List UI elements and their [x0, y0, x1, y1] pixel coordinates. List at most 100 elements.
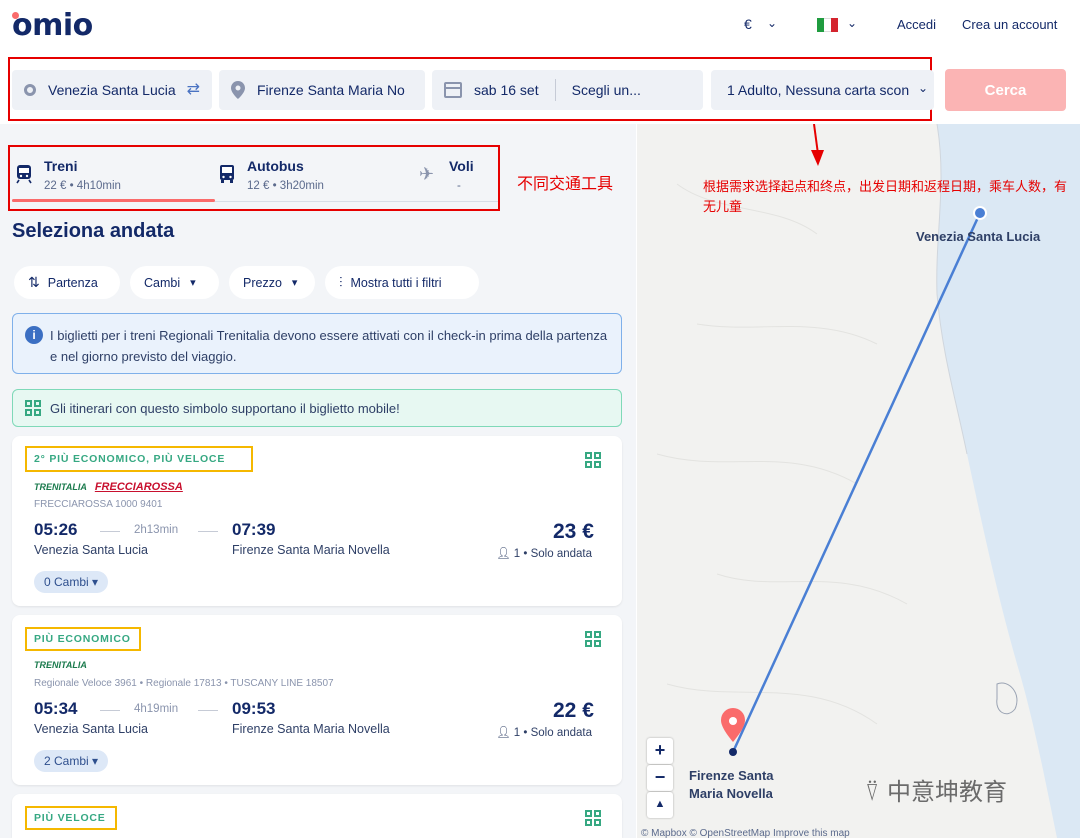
map-attribution[interactable]: © Mapbox © OpenStreetMap Improve this ma… — [641, 828, 850, 838]
omio-logo[interactable]: omio — [12, 8, 93, 43]
tab-autobus[interactable]: Autobus 12 € • 3h20min — [217, 150, 407, 204]
watermark: ⍢ 中意坤教育 — [865, 778, 1008, 806]
result-card[interactable]: PIÙ VELOCE — [12, 794, 622, 838]
duration-line — [198, 531, 218, 532]
tab-label: Voli — [449, 158, 474, 174]
swap-icon[interactable]: ⇄ — [187, 79, 200, 99]
trip-duration: 2h13min — [134, 524, 179, 536]
departure-station: Venezia Santa Lucia — [34, 722, 148, 736]
chevron-down-icon[interactable]: ⌄ — [767, 16, 777, 30]
departure-time: 05:34 — [34, 699, 78, 718]
calendar-icon — [444, 82, 462, 98]
origin-circle-icon — [24, 84, 36, 96]
arrival-time: 09:53 — [232, 699, 276, 718]
filter-label: Cambi — [144, 275, 181, 290]
train-icon — [16, 165, 32, 184]
sliders-icon: ⫶ — [339, 274, 343, 290]
search-button[interactable]: Cerca — [945, 69, 1066, 111]
result-card[interactable]: PIÙ ECONOMICO TRENITALIA Regionale Veloc… — [12, 615, 622, 785]
info-icon: i — [25, 326, 43, 344]
login-link[interactable]: Accedi — [897, 17, 936, 32]
train-code: FRECCIAROSSA 1000 9401 — [34, 499, 163, 510]
passengers-field[interactable]: 1 Adulto, Nessuna carta scon ⌄ — [711, 70, 934, 110]
wechat-icon: ⍢ — [865, 778, 888, 806]
zoom-out-button[interactable]: − — [647, 765, 673, 791]
map-label-destination: Firenze Santa — [689, 768, 774, 783]
arrival-station: Firenze Santa Maria Novella — [232, 722, 390, 736]
annotation-tabs: 不同交通工具 — [517, 174, 614, 193]
passengers-value: 1 Adulto, Nessuna carta scon — [727, 82, 910, 98]
chevron-down-icon: ▾ — [190, 277, 196, 289]
origin-field[interactable]: Venezia Santa Lucia ⇄ — [12, 70, 212, 110]
date-field[interactable]: sab 16 set Scegli un... — [432, 70, 703, 110]
filter-label: Partenza — [47, 275, 98, 290]
arrival-time: 07:39 — [232, 520, 276, 539]
qr-code-icon — [585, 631, 601, 647]
person-icon: 👤︎ — [496, 727, 514, 739]
tab-treni[interactable]: Treni 22 € • 4h10min — [14, 150, 214, 204]
sort-icon: ⇅ — [28, 274, 40, 290]
tab-label: Autobus — [247, 158, 304, 174]
qr-code-icon — [585, 452, 601, 468]
passenger-info: 👤︎ 1 • Solo andata — [496, 727, 592, 739]
result-badge: 2° PIÙ ECONOMICO, PIÙ VELOCE — [34, 453, 226, 465]
top-header: omio € ⌄ ⌄ Accedi Crea un account — [0, 0, 1080, 52]
filter-label: Prezzo — [243, 275, 282, 290]
signup-link[interactable]: Crea un account — [962, 17, 1057, 32]
result-badge: PIÙ ECONOMICO — [34, 633, 131, 645]
qr-code-icon — [585, 810, 601, 826]
destination-field[interactable]: Firenze Santa Maria No — [219, 70, 425, 110]
operator-logo: TRENITALIA FRECCIAROSSA — [34, 481, 183, 493]
qr-code-icon — [25, 400, 41, 416]
depart-date-value[interactable]: sab 16 set — [474, 82, 539, 98]
italy-flag-icon[interactable] — [817, 18, 838, 32]
map-label-destination: Maria Novella — [689, 786, 773, 801]
tab-sub: - — [457, 180, 461, 192]
annotation-search: 根据需求选择起点和终点，出发日期和返程日期，乘车人数，有无儿童 — [703, 180, 1068, 215]
bus-icon — [220, 165, 234, 183]
date-divider — [554, 79, 556, 101]
tab-sub: 12 € • 3h20min — [247, 180, 324, 192]
filter-prezzo[interactable]: Prezzo ▾ — [229, 266, 315, 299]
duration-line — [100, 531, 120, 532]
chevron-down-icon: ⌄ — [917, 81, 928, 95]
currency-selector[interactable]: € — [744, 16, 752, 32]
active-tab-underline — [12, 199, 215, 202]
arrival-station: Firenze Santa Maria Novella — [232, 543, 390, 557]
mobile-ticket-notice: Gli itinerari con questo simbolo support… — [12, 389, 622, 427]
price: 23 € — [553, 520, 594, 543]
departure-station: Venezia Santa Lucia — [34, 543, 148, 557]
trip-duration: 4h19min — [134, 703, 179, 715]
changes-button[interactable]: 2 Cambi ▾ — [34, 750, 109, 772]
chevron-down-icon: ▾ — [92, 754, 99, 768]
origin-value: Venezia Santa Lucia — [48, 82, 176, 98]
passenger-info: 👤︎ 1 • Solo andata — [496, 548, 592, 560]
chevron-down-icon: ▾ — [291, 277, 298, 289]
train-code: Regionale Veloce 3961 • Regionale 17813 … — [34, 678, 334, 689]
filter-partenza[interactable]: ⇅ Partenza — [14, 266, 120, 299]
info-text: I biglietti per i treni Regionali Trenit… — [50, 328, 608, 364]
result-card[interactable]: 2° PIÙ ECONOMICO, PIÙ VELOCE TRENITALIA F… — [12, 436, 622, 606]
plane-icon: ✈ — [419, 164, 435, 184]
price: 22 € — [553, 699, 594, 722]
return-date-value[interactable]: Scegli un... — [572, 82, 641, 98]
filter-cambi[interactable]: Cambi ▾ — [130, 266, 219, 299]
zoom-in-button[interactable]: + — [647, 738, 673, 764]
filter-all[interactable]: ⫶ Mostra tutti i filtri — [325, 266, 479, 299]
chevron-down-icon: ▾ — [92, 575, 99, 589]
chevron-down-icon[interactable]: ⌄ — [847, 16, 857, 30]
result-badge: PIÙ VELOCE — [34, 812, 106, 824]
info-notice: i I biglietti per i treni Regionali Tren… — [12, 313, 622, 374]
location-pin-icon — [231, 81, 245, 99]
mobile-text: Gli itinerari con questo simbolo support… — [50, 401, 400, 416]
map-label-origin: Venezia Santa Lucia — [916, 229, 1041, 244]
compass-icon[interactable]: ▲ — [647, 792, 673, 818]
duration-line — [198, 710, 218, 711]
tab-sub: 22 € • 4h10min — [44, 180, 121, 192]
annotation-arrow-icon — [811, 124, 824, 166]
changes-button[interactable]: 0 Cambi ▾ — [34, 571, 109, 593]
departure-time: 05:26 — [34, 520, 78, 539]
filter-label: Mostra tutti i filtri — [350, 275, 442, 290]
tab-voli[interactable]: ✈ Voli - — [419, 150, 499, 204]
operator-logo: TRENITALIA — [34, 660, 87, 670]
